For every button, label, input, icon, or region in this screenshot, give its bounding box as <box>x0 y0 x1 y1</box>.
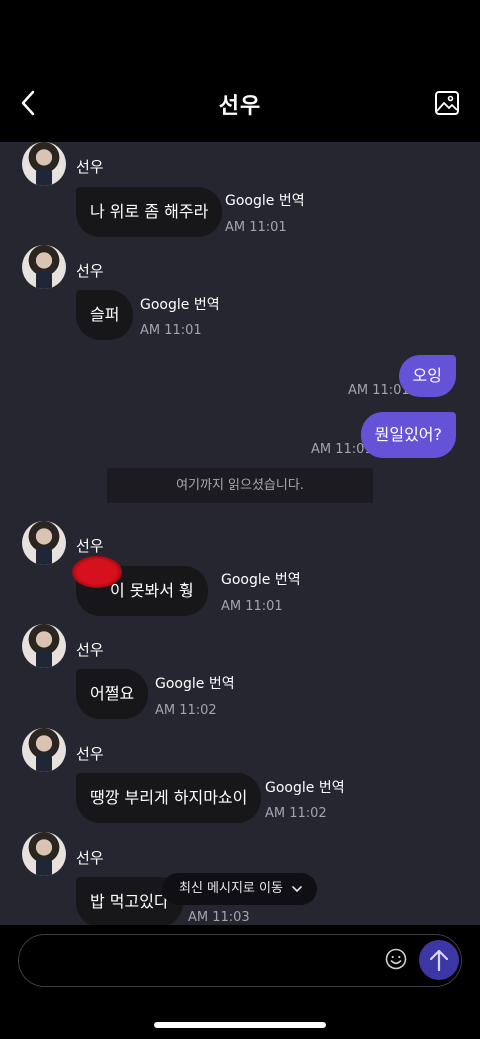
message-time: AM 11:02 <box>155 703 217 718</box>
message-bubble[interactable]: 어쩔요 <box>76 669 149 719</box>
message-time: AM 11:02 <box>265 806 327 821</box>
google-translate-link[interactable]: Google 번역 <box>265 777 345 797</box>
message-bubble[interactable]: 나 위로 좀 해주라 <box>76 187 223 237</box>
message-time: AM 11:01 <box>140 323 202 338</box>
message-input-container <box>18 934 462 987</box>
chevron-down-icon <box>292 885 302 892</box>
avatar[interactable] <box>22 832 66 876</box>
google-translate-link[interactable]: Google 번역 <box>140 294 220 314</box>
composer-bar <box>0 925 480 1039</box>
sender-name: 선우 <box>76 641 104 659</box>
google-translate-link[interactable]: Google 번역 <box>221 569 301 589</box>
sender-name: 선우 <box>76 537 104 555</box>
sender-name: 선우 <box>76 262 104 280</box>
avatar[interactable] <box>22 624 66 668</box>
message-list[interactable]: 선우 나 위로 좀 해주라 Google 번역 AM 11:01 선우 슬퍼 G… <box>0 142 480 925</box>
image-icon <box>435 91 459 115</box>
message-input[interactable] <box>41 935 381 985</box>
avatar[interactable] <box>22 142 66 186</box>
avatar[interactable] <box>22 521 66 565</box>
outgoing-message-bubble[interactable]: 뭔일있어? <box>360 412 456 458</box>
smiley-icon <box>385 948 407 970</box>
sender-name: 선우 <box>76 745 104 763</box>
emoji-button[interactable] <box>384 947 408 971</box>
read-marker-banner: 여기까지 읽으셨습니다. <box>107 468 373 503</box>
google-translate-link[interactable]: Google 번역 <box>225 190 305 210</box>
chat-header: 선우 <box>0 0 480 142</box>
home-indicator <box>154 1022 326 1028</box>
sender-name: 선우 <box>76 158 104 176</box>
message-time: AM 11:01 <box>225 220 287 235</box>
avatar[interactable] <box>22 245 66 289</box>
arrow-up-icon <box>429 949 449 972</box>
send-button[interactable] <box>419 940 459 980</box>
jump-to-latest-button[interactable]: 최신 메시지로 이동 <box>162 873 317 905</box>
redaction-scribble <box>72 556 122 588</box>
message-time: AM 11:01 <box>221 599 283 614</box>
chat-title: 선우 <box>218 94 262 119</box>
message-bubble[interactable]: 슬퍼 <box>76 290 134 340</box>
gallery-button[interactable] <box>434 90 460 116</box>
sender-name: 선우 <box>76 849 104 867</box>
jump-to-latest-label: 최신 메시지로 이동 <box>179 881 283 896</box>
message-time: AM 11:03 <box>188 910 250 925</box>
avatar[interactable] <box>22 728 66 772</box>
google-translate-link[interactable]: Google 번역 <box>155 673 235 693</box>
outgoing-message-bubble[interactable]: 오잉 <box>398 355 456 397</box>
message-bubble[interactable]: 땡깡 부리게 하지마쇼이 <box>76 773 262 823</box>
